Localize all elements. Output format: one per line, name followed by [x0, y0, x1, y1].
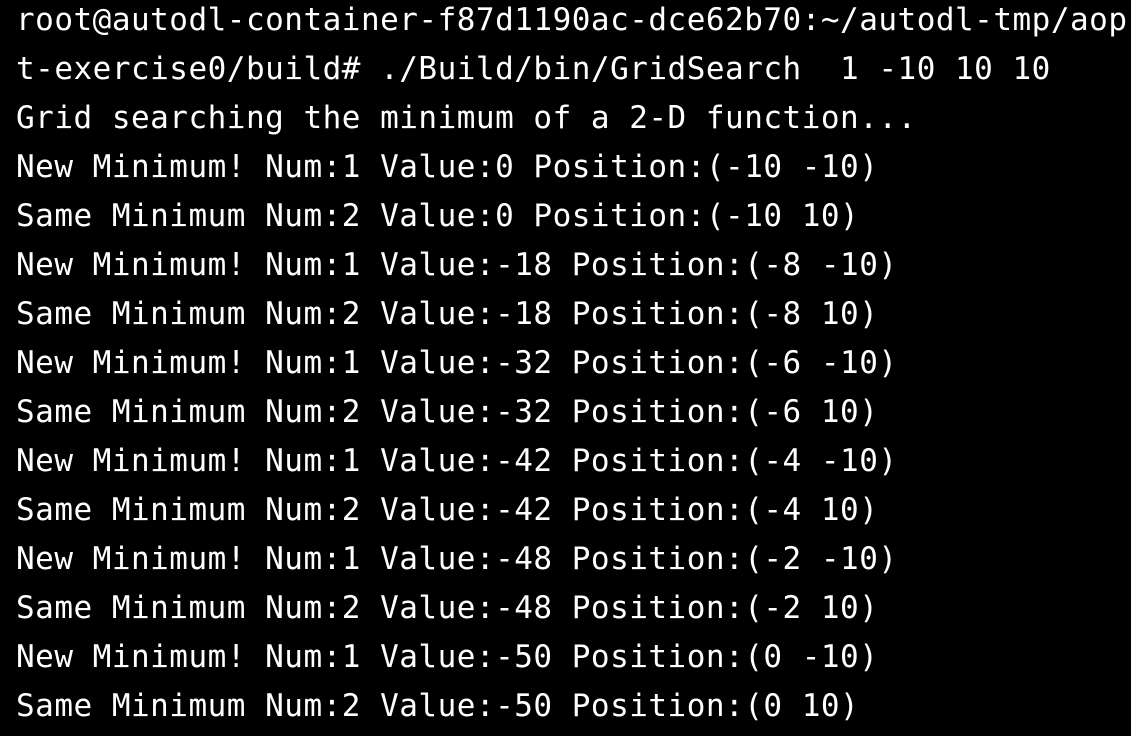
terminal-output-line: Same Minimum Num:2 Value:-50 Position:(0…: [16, 688, 860, 724]
terminal-output-line: Same Minimum Num:2 Value:-42 Position:(-…: [16, 492, 879, 528]
terminal-output-line: New Minimum! Num:1 Value:-48 Position:(-…: [16, 541, 898, 577]
terminal-output-line: New Minimum! Num:1 Value:-18 Position:(-…: [16, 247, 898, 283]
terminal-output-line: Same Minimum Num:2 Value:0 Position:(-10…: [16, 198, 860, 234]
terminal-command-line: t-exercise0/build# ./Build/bin/GridSearc…: [16, 51, 1051, 87]
terminal-prompt-line: root@autodl-container-f87d1190ac-dce62b7…: [16, 2, 1128, 38]
terminal-output-line: Same Minimum Num:2 Value:-18 Position:(-…: [16, 296, 879, 332]
terminal-output-line: New Minimum! Num:1 Value:0 Position:(-10…: [16, 149, 879, 185]
terminal-output-line: Grid searching the minimum of a 2-D func…: [16, 100, 917, 136]
terminal-output-line: New Minimum! Num:1 Value:-42 Position:(-…: [16, 443, 898, 479]
terminal-output-line: New Minimum! Num:1 Value:-32 Position:(-…: [16, 345, 898, 381]
terminal-window[interactable]: root@autodl-container-f87d1190ac-dce62b7…: [0, 0, 1131, 736]
terminal-output-line: New Minimum! Num:1 Value:-50 Position:(0…: [16, 639, 879, 675]
terminal-output-line: Same Minimum Num:2 Value:-32 Position:(-…: [16, 394, 879, 430]
terminal-output-line: Same Minimum Num:2 Value:-48 Position:(-…: [16, 590, 879, 626]
